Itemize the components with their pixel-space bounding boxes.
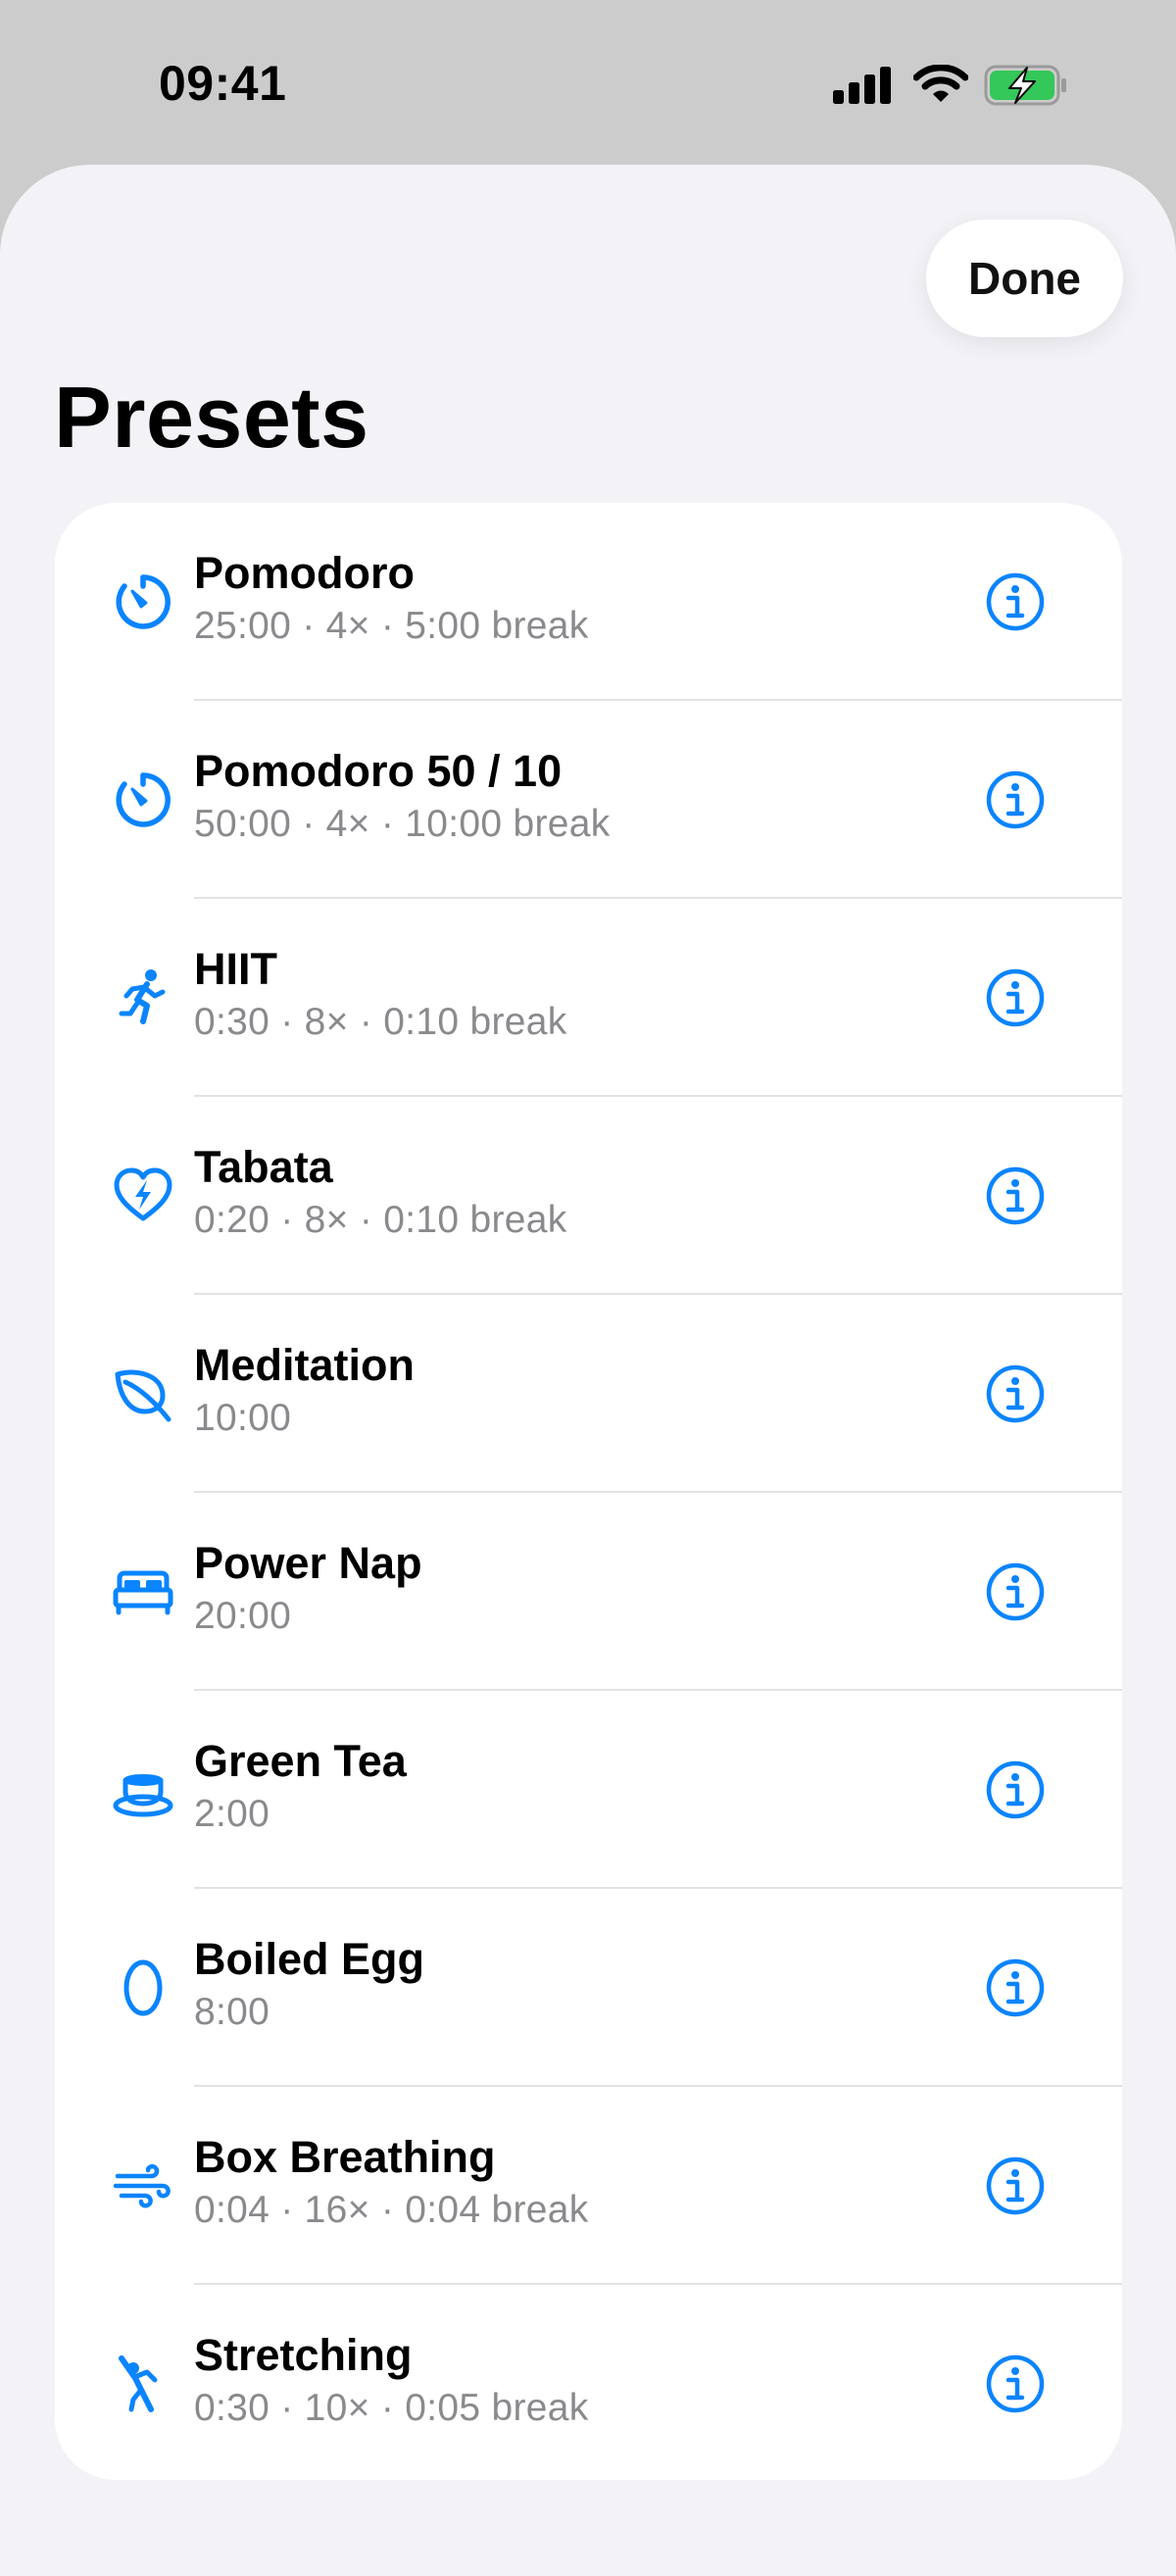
info-icon[interactable] — [984, 768, 1047, 831]
preset-row-boiled-egg[interactable]: Boiled Egg 8:00 — [55, 1889, 1122, 2087]
preset-title: HIIT — [194, 944, 277, 994]
preset-subtitle: 25:00 · 4× · 5:00 break — [194, 605, 589, 647]
preset-subtitle: 8:00 — [194, 1991, 270, 2033]
heart-bolt-icon — [106, 1159, 180, 1233]
preset-row-tabata[interactable]: Tabata 0:20 · 8× · 0:10 break — [55, 1097, 1122, 1295]
status-bar: 09:41 — [0, 0, 1176, 167]
bed-icon — [106, 1555, 180, 1629]
preset-title: Boiled Egg — [194, 1934, 424, 1984]
timer-icon — [106, 763, 180, 837]
info-icon[interactable] — [984, 2155, 1047, 2217]
preset-title: Pomodoro — [194, 548, 415, 598]
cellular-signal-icon — [833, 67, 891, 104]
info-icon[interactable] — [984, 570, 1047, 633]
preset-row-meditation[interactable]: Meditation 10:00 — [55, 1295, 1122, 1493]
preset-title: Meditation — [194, 1340, 415, 1390]
preset-row-box-breathing[interactable]: Box Breathing 0:04 · 16× · 0:04 break — [55, 2087, 1122, 2285]
preset-subtitle: 10:00 — [194, 1397, 292, 1439]
info-icon[interactable] — [984, 1957, 1047, 2019]
preset-title: Green Tea — [194, 1736, 407, 1786]
status-time: 09:41 — [159, 56, 287, 111]
preset-row-green-tea[interactable]: Green Tea 2:00 — [55, 1691, 1122, 1889]
preset-subtitle: 20:00 — [194, 1595, 292, 1637]
preset-row-power-nap[interactable]: Power Nap 20:00 — [55, 1493, 1122, 1691]
preset-title: Stretching — [194, 2330, 413, 2380]
preset-subtitle: 50:00 · 4× · 10:00 break — [194, 803, 611, 845]
wifi-icon — [913, 65, 968, 102]
info-icon[interactable] — [984, 966, 1047, 1029]
preset-title: Tabata — [194, 1142, 333, 1192]
info-icon[interactable] — [984, 1362, 1047, 1425]
info-icon[interactable] — [984, 2353, 1047, 2415]
preset-subtitle: 0:20 · 8× · 0:10 break — [194, 1199, 567, 1241]
info-icon[interactable] — [984, 1560, 1047, 1623]
timer-icon — [106, 565, 180, 639]
teacup-icon — [106, 1753, 180, 1827]
info-icon[interactable] — [984, 1759, 1047, 1821]
preset-title: Power Nap — [194, 1538, 422, 1588]
preset-subtitle: 0:30 · 8× · 0:10 break — [194, 1001, 567, 1043]
leaf-icon — [106, 1357, 180, 1431]
status-icons — [833, 61, 1068, 110]
preset-row-pomodoro-50-10[interactable]: Pomodoro 50 / 10 50:00 · 4× · 10:00 brea… — [55, 701, 1122, 899]
battery-charging-icon — [984, 65, 1066, 106]
preset-title: Box Breathing — [194, 2132, 496, 2182]
running-figure-icon — [106, 961, 180, 1035]
info-icon[interactable] — [984, 1164, 1047, 1227]
preset-row-stretching[interactable]: Stretching 0:30 · 10× · 0:05 break — [55, 2285, 1122, 2480]
preset-subtitle: 2:00 — [194, 1793, 270, 1835]
egg-icon — [106, 1951, 180, 2025]
preset-subtitle: 0:04 · 16× · 0:04 break — [194, 2189, 589, 2231]
page-title: Presets — [54, 369, 369, 466]
preset-row-hiit[interactable]: HIIT 0:30 · 8× · 0:10 break — [55, 899, 1122, 1097]
done-button[interactable]: Done — [926, 220, 1123, 337]
preset-subtitle: 0:30 · 10× · 0:05 break — [194, 2387, 589, 2429]
preset-row-pomodoro[interactable]: Pomodoro 25:00 · 4× · 5:00 break — [55, 503, 1122, 701]
presets-list: Pomodoro 25:00 · 4× · 5:00 break Pomodor… — [55, 503, 1122, 2480]
preset-title: Pomodoro 50 / 10 — [194, 746, 563, 796]
wind-icon — [106, 2149, 180, 2223]
stretching-figure-icon — [106, 2347, 180, 2421]
